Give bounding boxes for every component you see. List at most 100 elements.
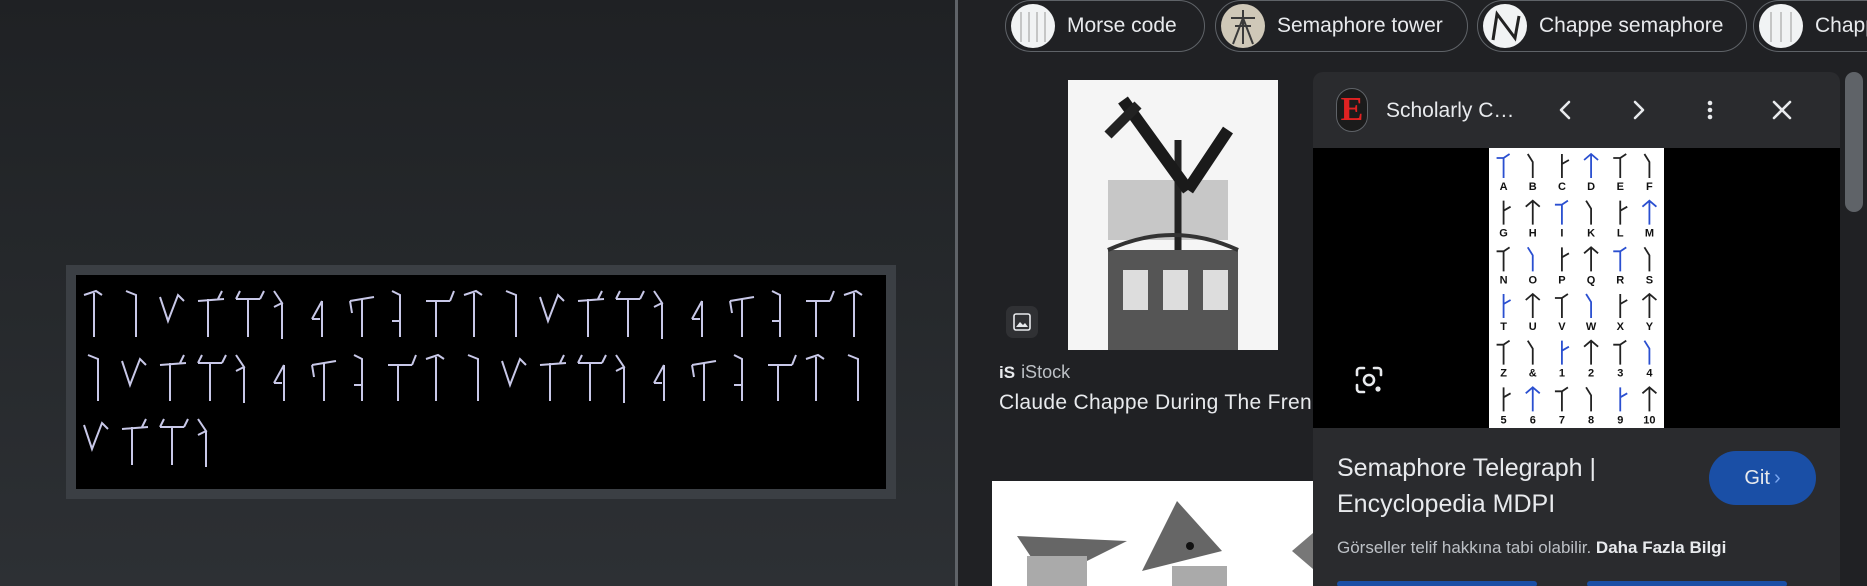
scrollbar-thumb[interactable]	[1845, 72, 1863, 212]
semaphore-signal	[1526, 340, 1534, 365]
semaphore-signal	[1643, 153, 1651, 178]
more-vert-icon	[1707, 100, 1713, 120]
glyph-stroke	[463, 289, 483, 337]
visit-button[interactable]: Git ›	[1709, 451, 1816, 505]
glyph-stroke	[121, 418, 149, 465]
semaphore-signal	[1619, 294, 1628, 318]
glyph-stroke	[653, 364, 665, 401]
glyph-stroke	[83, 421, 109, 452]
semaphore-signal	[1554, 199, 1569, 225]
semaphore-signal	[1583, 246, 1599, 272]
result-title[interactable]: Claude Chappe During The Fren	[999, 391, 1312, 415]
alphabet-label: 2	[1588, 368, 1594, 380]
alphabet-label: 5	[1501, 414, 1507, 426]
result-image-chappe[interactable]	[1068, 80, 1278, 350]
glyph-stroke	[353, 354, 363, 401]
glyph-stroke	[83, 289, 103, 337]
glyph-canvas	[76, 275, 886, 489]
chip-semaphore-tower[interactable]: Semaphore tower	[1215, 0, 1468, 52]
close-icon	[1772, 100, 1792, 120]
alphabet-label: R	[1616, 274, 1624, 286]
semaphore-signal	[1525, 199, 1541, 225]
glyph-stroke	[615, 354, 626, 403]
semaphore-signal	[1554, 386, 1569, 412]
glyph-stroke	[159, 418, 189, 465]
chevron-right-icon	[1633, 100, 1645, 120]
prev-button[interactable]	[1548, 92, 1584, 128]
learn-more-link[interactable]: Daha Fazla Bilgi	[1596, 538, 1726, 557]
chip-label: Morse code	[1067, 14, 1177, 37]
semaphore-signal	[1613, 339, 1627, 365]
semaphore-signal	[1502, 387, 1512, 412]
semaphore-signal	[1561, 247, 1570, 272]
glyph-stroke	[733, 354, 743, 401]
result-image-semaphore-arms[interactable]	[992, 481, 1327, 586]
alphabet-label: X	[1617, 321, 1625, 333]
semaphore-signal	[1496, 339, 1511, 365]
semaphore-signal	[1526, 246, 1534, 272]
result-source[interactable]: iS iStock	[999, 362, 1070, 383]
chip-chappe[interactable]: Chapp	[1753, 0, 1867, 52]
alphabet-label: P	[1558, 274, 1565, 286]
glyph-stroke	[653, 290, 664, 339]
glyph-stroke	[539, 293, 565, 324]
lens-button[interactable]	[1349, 360, 1389, 400]
glyph-stroke	[273, 290, 284, 339]
semaphore-signal	[1502, 294, 1512, 318]
alphabet-label: 8	[1588, 414, 1594, 426]
more-options-button[interactable]	[1692, 92, 1728, 128]
chevron-right-icon: ›	[1773, 466, 1781, 489]
istock-logo: iS	[999, 362, 1016, 382]
alphabet-label: &	[1529, 368, 1537, 380]
left-pane	[0, 0, 958, 586]
alphabet-label: C	[1558, 181, 1566, 193]
semaphore-signal	[1641, 386, 1658, 412]
copyright-note: Görseller telif hakkına tabi olabilir. D…	[1337, 538, 1726, 558]
semaphore-signal	[1554, 293, 1569, 318]
alphabet-label: Z	[1500, 368, 1507, 380]
site-name[interactable]: Scholarly C…	[1386, 99, 1514, 123]
semaphore-signal	[1496, 246, 1511, 272]
copyright-text: Görseller telif hakkına tabi olabilir.	[1337, 538, 1592, 557]
alphabet-label: L	[1617, 228, 1624, 240]
glyph-stroke	[391, 290, 401, 337]
glyph-stroke	[806, 290, 835, 337]
preview-title[interactable]: Semaphore Telegraph | Encyclopedia MDPI	[1337, 450, 1687, 522]
chip-morse-code[interactable]: Morse code	[1005, 0, 1205, 52]
glyph-stroke	[349, 296, 375, 337]
alphabet-label: W	[1586, 321, 1597, 333]
glyph-stroke	[426, 290, 455, 337]
preview-image[interactable]: A B C D E F G H I K L M N O P Q R S T U V W X Y Z & 1 2 3 4 5 6 7 8 9 10	[1313, 148, 1840, 428]
glyph-stroke	[805, 353, 825, 401]
semaphore-signal	[1561, 154, 1570, 178]
semaphore-signal	[1619, 200, 1628, 225]
lens-icon	[1355, 366, 1383, 394]
glyph-stroke	[768, 354, 797, 401]
site-logo[interactable]: E	[1336, 88, 1368, 132]
panel-header: E Scholarly C…	[1313, 72, 1840, 148]
glyph-stroke	[467, 354, 479, 401]
alphabet-label: S	[1646, 274, 1653, 286]
semaphore-signal	[1585, 200, 1592, 225]
alphabet-label: U	[1529, 321, 1537, 333]
semaphore-signal	[1643, 246, 1651, 272]
glyph-stroke	[235, 290, 265, 337]
alphabet-label: Y	[1646, 321, 1654, 333]
chip-thumbnail	[1221, 4, 1265, 48]
next-button[interactable]	[1620, 92, 1656, 128]
glyph-stroke	[197, 354, 227, 401]
chip-label: Chapp	[1815, 14, 1867, 37]
panel-bottom-edge	[1337, 581, 1787, 586]
semaphore-signal	[1525, 292, 1541, 318]
alphabet-label: Q	[1587, 274, 1596, 286]
glyph-stroke	[539, 354, 567, 401]
visit-label: Git	[1744, 466, 1770, 489]
chevron-left-icon	[1559, 100, 1571, 120]
alphabet-label: V	[1558, 321, 1566, 333]
chip-thumbnail	[1011, 4, 1055, 48]
alphabet-label: K	[1587, 228, 1595, 240]
alphabet-label: O	[1528, 274, 1537, 286]
chip-label: Semaphore tower	[1277, 14, 1443, 37]
chip-chappe-semaphore[interactable]: Chappe semaphore	[1477, 0, 1747, 52]
close-button[interactable]	[1764, 92, 1800, 128]
